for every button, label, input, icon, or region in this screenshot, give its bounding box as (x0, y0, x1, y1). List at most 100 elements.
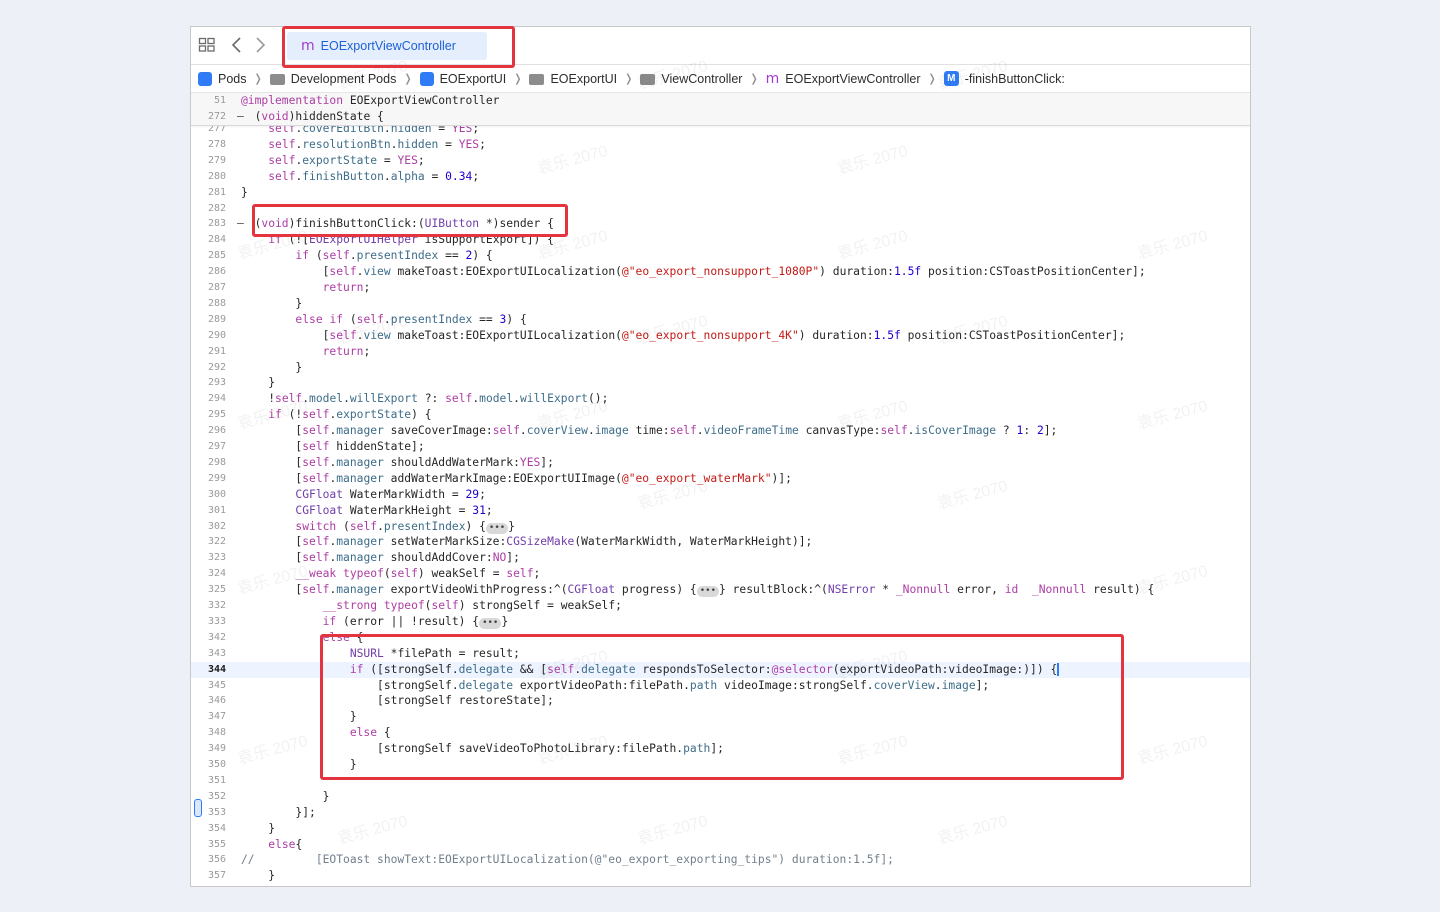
breadcrumb-label: EOExportViewController (785, 71, 921, 86)
code-line[interactable]: 297 [self hiddenState]; (191, 439, 1250, 455)
code-line[interactable]: 51 @implementation EOExportViewController (191, 93, 1250, 109)
line-number: 324 (207, 568, 226, 580)
breadcrumb-label: Pods (218, 71, 247, 86)
line-number: 281 (207, 186, 226, 198)
code-text: [self.manager exportVideoWithProgress:^(… (241, 583, 1155, 598)
code-line[interactable]: 292 } (191, 360, 1250, 376)
line-number: 286 (207, 266, 226, 278)
code-line[interactable]: 324 __weak typeof(self) weakSelf = self; (191, 566, 1250, 582)
line-number: 280 (207, 170, 226, 182)
line-number: 295 (207, 409, 226, 421)
code-line[interactable]: 333 if (error || !result) {•••} (191, 614, 1250, 630)
line-number: 345 (207, 679, 226, 691)
breadcrumb-item[interactable]: m EOExportViewController ❭ (766, 71, 937, 87)
code-text: }]; (241, 805, 316, 819)
code-text: (void)hiddenState { (241, 110, 384, 123)
code-text: [self.manager addWaterMarkImage:EOExport… (241, 471, 792, 485)
line-number: 283 (207, 218, 226, 230)
code-text: } (241, 869, 276, 883)
grid-icon[interactable] (198, 36, 216, 54)
code-text: __strong typeof(self) strongSelf = weakS… (322, 599, 622, 612)
line-number: 291 (207, 345, 226, 357)
breadcrumb-item[interactable]: EOExportUI ❭ (529, 72, 633, 86)
code-line[interactable]: 280 self.finishButton.alpha = 0.34; (191, 169, 1250, 185)
code-text: [self.manager setWaterMarkSize:CGSizeMak… (241, 535, 813, 549)
code-line[interactable]: 281} (191, 185, 1250, 201)
breadcrumb-item[interactable]: Pods ❭ (198, 71, 263, 86)
code-line[interactable]: 352 } (191, 789, 1250, 805)
forward-chevron-icon[interactable] (251, 36, 269, 54)
line-number: 284 (207, 234, 226, 246)
line-number: 325 (207, 584, 226, 596)
line-number: 285 (207, 250, 226, 262)
line-number: 344 (207, 663, 226, 675)
code-text: CGFloat WaterMarkWidth = 29; (295, 487, 486, 501)
line-number: 289 (207, 313, 226, 325)
line-number: 355 (207, 838, 226, 850)
code-line[interactable]: 287 return; (191, 280, 1250, 296)
line-number: 272 (207, 111, 226, 122)
code-line[interactable]: 296 [self.manager saveCoverImage:self.co… (191, 423, 1250, 439)
code-line[interactable]: 285 if (self.presentIndex == 2) { (191, 248, 1250, 264)
app-icon (198, 71, 212, 86)
tab-highlight-box (282, 26, 515, 68)
code-line[interactable]: 356 // [EOToast showText:EOExportUILocali… (191, 852, 1250, 868)
code-line[interactable]: 298 [self.manager shouldAddWaterMark:YES… (191, 455, 1250, 471)
code-text: } (241, 296, 303, 310)
line-number: 343 (207, 647, 226, 659)
line-number: 356 (207, 854, 226, 866)
line-number: 332 (207, 600, 226, 611)
code-line[interactable]: 300 CGFloat WaterMarkWidth = 29; (191, 487, 1250, 503)
code-text: self.finishButton.alpha = 0.34; (268, 169, 480, 183)
folder-icon (529, 74, 545, 85)
code-line[interactable]: 302 switch (self.presentIndex) {•••} (191, 519, 1250, 535)
line-number: 349 (207, 743, 226, 755)
code-text: [self hiddenState]; (241, 440, 425, 453)
code-block-highlight-box (320, 634, 1124, 780)
breakpoint-marker-icon[interactable] (194, 799, 202, 817)
code-text: if (error || !result) {•••} (322, 614, 509, 629)
breadcrumb-item[interactable]: EOExportUI ❭ (419, 71, 523, 86)
line-number: 301 (207, 504, 226, 516)
code-line[interactable]: 278 self.resolutionBtn.hidden = YES; (191, 137, 1250, 153)
code-text: return; (322, 281, 371, 294)
breadcrumb-chevron-icon: ❭ (513, 73, 523, 85)
line-number: 346 (207, 695, 226, 707)
code-line[interactable]: 299 [self.manager addWaterMarkImage:EOEx… (191, 471, 1250, 487)
code-line[interactable]: 272– (void)hiddenState { (191, 109, 1250, 126)
line-number: 296 (207, 425, 226, 437)
line-number: 290 (207, 329, 226, 341)
code-line[interactable]: 279 self.exportState = YES; (191, 153, 1250, 169)
code-line[interactable]: 293 } (191, 375, 1250, 391)
code-line[interactable]: 357 } (191, 868, 1250, 884)
breadcrumb-label: EOExportUI (550, 71, 618, 86)
code-line[interactable]: 332 __strong typeof(self) strongSelf = w… (191, 598, 1250, 614)
class-m-icon: m (765, 70, 780, 87)
line-number: 297 (207, 441, 226, 452)
code-text: self.exportState = YES; (268, 153, 425, 167)
code-line[interactable]: 288 } (191, 296, 1250, 312)
code-line[interactable]: 295 if (!self.exportState) { (191, 407, 1250, 423)
code-line[interactable]: 294 !self.model.willExport ?: self.model… (191, 391, 1250, 407)
code-text: } (241, 376, 276, 390)
breadcrumb-chevron-icon: ❭ (749, 73, 759, 85)
code-line[interactable]: 353 }]; (191, 805, 1250, 821)
line-number: 354 (207, 822, 226, 834)
line-number: 342 (207, 631, 226, 643)
line-number: 287 (207, 282, 226, 293)
line-number: 294 (207, 393, 226, 405)
app-icon (419, 71, 434, 86)
line-number: 333 (207, 615, 226, 627)
code-line[interactable]: 301 CGFloat WaterMarkHeight = 31; (191, 503, 1250, 519)
code-text: @implementation EOExportViewController (241, 94, 500, 107)
code-line[interactable]: 322 [self.manager setWaterMarkSize:CGSiz… (191, 534, 1250, 550)
code-text: } (241, 789, 330, 803)
line-number: 347 (207, 711, 226, 723)
back-chevron-icon[interactable] (228, 36, 246, 54)
code-line[interactable]: 323 [self.manager shouldAddCover:NO]; (191, 550, 1250, 566)
line-number: 299 (207, 472, 226, 484)
line-number: 302 (207, 520, 226, 532)
code-line[interactable]: 286 [self.view makeToast:EOExportUILocal… (191, 264, 1250, 280)
code-text: [self.manager saveCoverImage:self.coverV… (241, 424, 1058, 438)
code-line[interactable]: 325 [self.manager exportVideoWithProgres… (191, 582, 1250, 598)
